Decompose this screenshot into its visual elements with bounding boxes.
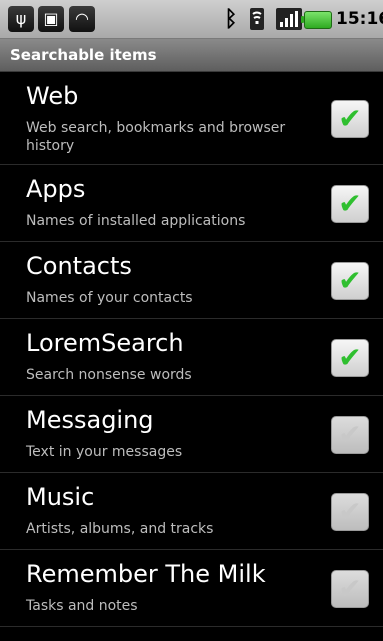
list-item[interactable]: Contacts Names of your contacts ✔: [0, 242, 383, 319]
checkbox[interactable]: ✔: [331, 416, 369, 454]
clock: 15:16: [336, 9, 383, 29]
bluetooth-icon: ᛒ: [224, 6, 238, 32]
headphones-icon: ◠: [69, 6, 95, 32]
searchable-items-list: Web Web search, bookmarks and browser his…: [0, 72, 383, 627]
section-header: Searchable items: [0, 39, 383, 72]
list-item[interactable]: Web Web search, bookmarks and browser his…: [0, 72, 383, 165]
usb-icon: ψ: [8, 6, 34, 32]
android-debug-icon: ▣: [38, 6, 64, 32]
item-title: Remember The Milk: [26, 560, 266, 588]
list-item[interactable]: Music Artists, albums, and tracks ✔: [0, 473, 383, 550]
checkbox[interactable]: ✔: [331, 262, 369, 300]
checkbox[interactable]: ✔: [331, 100, 369, 138]
battery-icon: [301, 11, 332, 29]
item-subtitle: Search nonsense words: [26, 367, 192, 383]
item-title: Messaging: [26, 406, 154, 434]
status-bar: ψ ▣ ◠ ᛒ 15:16: [0, 0, 383, 39]
list-item[interactable]: Remember The Milk Tasks and notes ✔: [0, 550, 383, 627]
item-title: LoremSearch: [26, 329, 184, 357]
item-title: Music: [26, 483, 95, 511]
item-subtitle: Text in your messages: [26, 444, 183, 460]
item-title: Contacts: [26, 252, 132, 280]
list-item[interactable]: LoremSearch Search nonsense words ✔: [0, 319, 383, 396]
wifi-icon: [250, 8, 264, 30]
list-item[interactable]: Apps Names of installed applications ✔: [0, 165, 383, 242]
checkbox[interactable]: ✔: [331, 339, 369, 377]
item-title: Apps: [26, 175, 86, 203]
item-title: Web: [26, 82, 79, 110]
item-subtitle: Web search, bookmarks and browser histor…: [26, 120, 286, 154]
item-subtitle: Artists, albums, and tracks: [26, 521, 214, 537]
checkbox[interactable]: ✔: [331, 185, 369, 223]
checkbox[interactable]: ✔: [331, 493, 369, 531]
list-item[interactable]: Messaging Text in your messages ✔: [0, 396, 383, 473]
checkbox[interactable]: ✔: [331, 570, 369, 608]
item-subtitle: Tasks and notes: [26, 598, 138, 614]
item-subtitle: Names of installed applications: [26, 213, 246, 229]
item-subtitle: Names of your contacts: [26, 290, 193, 306]
signal-icon: [276, 8, 302, 30]
